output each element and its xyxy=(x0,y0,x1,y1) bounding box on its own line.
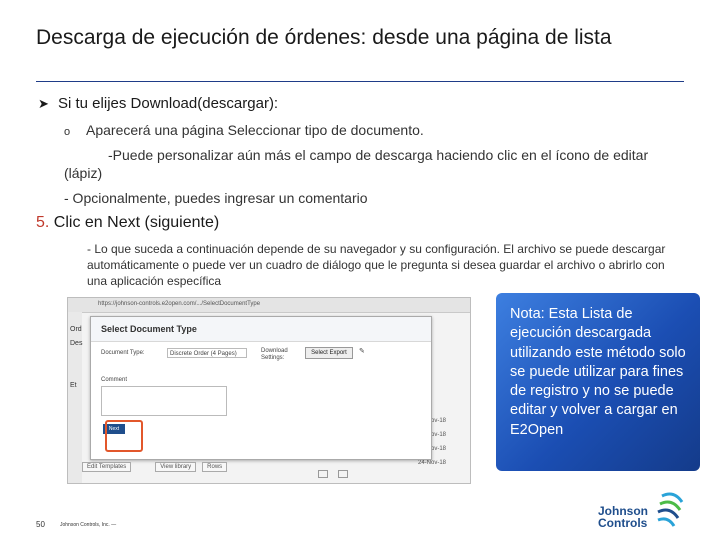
slide-title: Descarga de ejecución de órdenes: desde … xyxy=(36,26,612,49)
bullet-sub-1-text: Aparecerá una página Seleccionar tipo de… xyxy=(86,122,424,138)
side-label: Ord xyxy=(70,326,82,333)
pager-box[interactable] xyxy=(338,470,348,478)
step-heading: 5. Clic en Next (siguiente) xyxy=(36,214,219,232)
edit-templates-button[interactable]: Edit Templates xyxy=(82,462,132,472)
bullet-main: ➤ Si tu elijes Download(descargar): xyxy=(38,95,278,112)
next-highlight-box xyxy=(105,420,143,452)
document-type-label: Document Type: xyxy=(101,350,145,356)
step-description: - Lo que suceda a continuación depende d… xyxy=(87,242,666,288)
pager-box[interactable] xyxy=(318,470,328,478)
select-export-button[interactable]: Select Export xyxy=(305,347,353,359)
address-url: https://johnson-controls.e2open.com/.../… xyxy=(98,301,261,307)
bullet-sub-1: o Aparecerá una página Seleccionar tipo d… xyxy=(64,122,424,138)
bullet-main-text: Si tu elijes Download(descargar): xyxy=(58,95,279,112)
title-divider xyxy=(36,81,684,82)
document-type-select[interactable]: Discrete Order (4 Pages) xyxy=(167,348,247,358)
circle-bullet-icon: o xyxy=(64,126,71,138)
side-label: Des xyxy=(70,340,83,347)
background-sidebar: Ord Des Et xyxy=(68,312,82,483)
pager xyxy=(318,470,348,480)
comment-textarea[interactable] xyxy=(101,386,227,416)
company-footer: Johnson Controls, Inc. — xyxy=(60,522,117,528)
date-cell: 24-Nov-18 xyxy=(418,460,447,466)
bullet-sub-3: - Opcionalmente, puedes ingresar un come… xyxy=(64,190,368,206)
dialog-header: Select Document Type xyxy=(91,317,431,342)
pencil-edit-icon[interactable]: ✎ xyxy=(359,347,365,355)
arrow-bullet-icon: ➤ xyxy=(38,96,49,111)
note-callout: Nota: Esta Lista de ejecución descargada… xyxy=(496,293,700,471)
dialog-title: Select Document Type xyxy=(101,324,197,334)
embedded-screenshot: https://johnson-controls.e2open.com/.../… xyxy=(67,297,471,484)
side-label: Et xyxy=(70,382,77,389)
step-number: 5. xyxy=(36,214,50,231)
logo-line-2: Controls xyxy=(598,516,648,530)
johnson-controls-logo: Johnson Controls xyxy=(598,492,688,532)
bullet-sub-2: -Puede personalizar aún más el campo de … xyxy=(64,147,649,181)
rows-button[interactable]: Rows xyxy=(202,462,228,472)
logo-mark-icon xyxy=(657,492,684,527)
browser-address-bar: https://johnson-controls.e2open.com/.../… xyxy=(68,298,470,313)
page-number: 50 xyxy=(36,520,45,529)
comment-label: Comment xyxy=(101,377,128,383)
download-settings-label: Download Settings: xyxy=(261,348,288,361)
view-library-button[interactable]: View library xyxy=(155,462,197,472)
step-text: Clic en Next (siguiente) xyxy=(53,214,220,231)
background-buttons: Edit Templates View library Rows xyxy=(82,462,233,472)
